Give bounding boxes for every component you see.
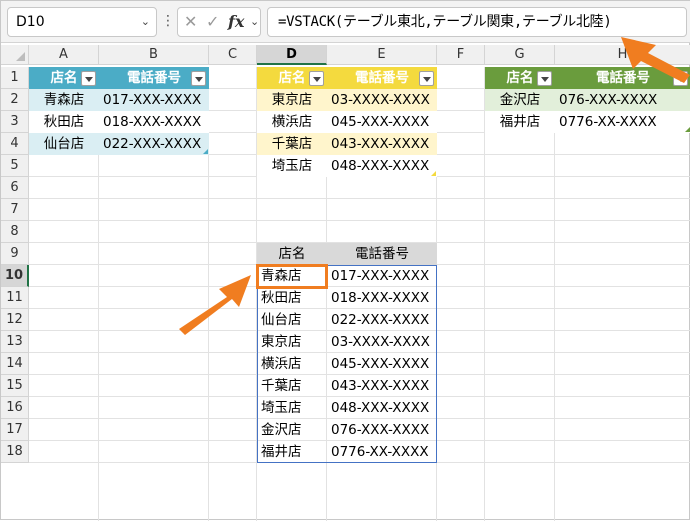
name-box[interactable]: D10 ⌄: [7, 7, 157, 37]
row-header-15[interactable]: 15: [1, 375, 29, 397]
column-header-e[interactable]: E: [327, 45, 437, 65]
column-header-b[interactable]: B: [99, 45, 209, 65]
spreadsheet-grid[interactable]: A B C D E F G H 1 2 3 4 5 6 7 8 9 10 11 12 13 14 15 16 17 18 店名 電話…: [1, 43, 690, 521]
kanto-table-cell[interactable]: 埼玉店: [257, 155, 327, 177]
row-header-8[interactable]: 8: [1, 221, 29, 243]
hokuriku-table-cell[interactable]: 0776-XX-XXXX: [555, 111, 690, 133]
hokuriku-table-header-1[interactable]: 電話番号: [555, 67, 690, 89]
column-header-f[interactable]: F: [437, 45, 485, 65]
more-options-icon[interactable]: ⋮: [161, 11, 175, 31]
tohoku-table-cell[interactable]: 秋田店: [29, 111, 99, 133]
row-header-3[interactable]: 3: [1, 111, 29, 133]
kanto-table-header-0[interactable]: 店名: [257, 67, 327, 89]
filter-dropdown-icon[interactable]: [191, 71, 206, 86]
excel-window: D10 ⌄ ⋮ ✕ ✓ fx ⌄ =VSTACK(テーブル東北,テーブル関東,テ…: [0, 0, 690, 521]
row-header-9[interactable]: 9: [1, 243, 29, 265]
gridline-vertical: [554, 67, 555, 521]
formula-controls: ✕ ✓ fx ⌄: [177, 7, 261, 37]
chevron-down-icon[interactable]: ⌄: [141, 8, 150, 36]
result-header-0[interactable]: 店名: [257, 243, 327, 265]
gridline-horizontal: [29, 220, 690, 221]
tohoku-table-cell[interactable]: 018-XXX-XXXX: [99, 111, 209, 133]
column-header-h[interactable]: H: [555, 45, 690, 65]
filter-dropdown-icon[interactable]: [309, 71, 324, 86]
kanto-table-cell[interactable]: 03-XXXX-XXXX: [327, 89, 437, 111]
filter-dropdown-icon[interactable]: [419, 71, 434, 86]
row-header-13[interactable]: 13: [1, 331, 29, 353]
kanto-table-cell[interactable]: 千葉店: [257, 133, 327, 155]
hokuriku-table-header-0[interactable]: 店名: [485, 67, 555, 89]
tohoku-table-header-1[interactable]: 電話番号: [99, 67, 209, 89]
row-header-14[interactable]: 14: [1, 353, 29, 375]
insert-function-icon[interactable]: fx: [228, 8, 244, 36]
column-header-d[interactable]: D: [257, 45, 327, 65]
result-header-1[interactable]: 電話番号: [327, 243, 437, 265]
table-resize-handle[interactable]: [431, 171, 436, 176]
tohoku-table-header-0[interactable]: 店名: [29, 67, 99, 89]
hokuriku-table-cell[interactable]: 076-XXX-XXXX: [555, 89, 690, 111]
chevron-down-icon[interactable]: ⌄: [250, 8, 259, 36]
kanto-table-cell[interactable]: 043-XXX-XXXX: [327, 133, 437, 155]
tohoku-table-cell[interactable]: 017-XXX-XXXX: [99, 89, 209, 111]
kanto-table-cell[interactable]: 横浜店: [257, 111, 327, 133]
row-header-6[interactable]: 6: [1, 177, 29, 199]
table-resize-handle[interactable]: [203, 149, 208, 154]
row-header-16[interactable]: 16: [1, 397, 29, 419]
select-all-button[interactable]: [1, 45, 29, 65]
column-header-g[interactable]: G: [485, 45, 555, 65]
filter-dropdown-icon[interactable]: [81, 71, 96, 86]
spill-range-border: [257, 265, 437, 463]
kanto-table-cell[interactable]: 東京店: [257, 89, 327, 111]
cancel-icon[interactable]: ✕: [184, 8, 197, 36]
hokuriku-table-cell[interactable]: 福井店: [485, 111, 555, 133]
formula-bar: D10 ⌄ ⋮ ✕ ✓ fx ⌄ =VSTACK(テーブル東北,テーブル関東,テ…: [1, 1, 690, 43]
gridline-vertical: [484, 67, 485, 521]
gridline-horizontal: [29, 198, 690, 199]
kanto-table-cell[interactable]: 048-XXX-XXXX: [327, 155, 437, 177]
hokuriku-table-cell[interactable]: 金沢店: [485, 89, 555, 111]
column-header-a[interactable]: A: [29, 45, 99, 65]
tohoku-table-cell[interactable]: 青森店: [29, 89, 99, 111]
row-header-5[interactable]: 5: [1, 155, 29, 177]
active-cell-highlight: [256, 264, 328, 289]
row-header-1[interactable]: 1: [1, 67, 29, 89]
filter-dropdown-icon[interactable]: [673, 71, 688, 86]
row-header-12[interactable]: 12: [1, 309, 29, 331]
kanto-table-cell[interactable]: 045-XXX-XXXX: [327, 111, 437, 133]
check-icon[interactable]: ✓: [206, 8, 219, 36]
row-header-11[interactable]: 11: [1, 287, 29, 309]
column-header-c[interactable]: C: [209, 45, 257, 65]
row-header-4[interactable]: 4: [1, 133, 29, 155]
row-header-17[interactable]: 17: [1, 419, 29, 441]
table-resize-handle[interactable]: [685, 127, 690, 132]
row-header-10[interactable]: 10: [1, 265, 29, 287]
row-header-18[interactable]: 18: [1, 441, 29, 463]
filter-dropdown-icon[interactable]: [537, 71, 552, 86]
tohoku-table-cell[interactable]: 仙台店: [29, 133, 99, 155]
tohoku-table-cell[interactable]: 022-XXX-XXXX: [99, 133, 209, 155]
name-box-value: D10: [16, 14, 45, 30]
kanto-table-header-1[interactable]: 電話番号: [327, 67, 437, 89]
row-header-2[interactable]: 2: [1, 89, 29, 111]
row-header-7[interactable]: 7: [1, 199, 29, 221]
formula-input[interactable]: =VSTACK(テーブル東北,テーブル関東,テーブル北陸): [267, 7, 687, 37]
